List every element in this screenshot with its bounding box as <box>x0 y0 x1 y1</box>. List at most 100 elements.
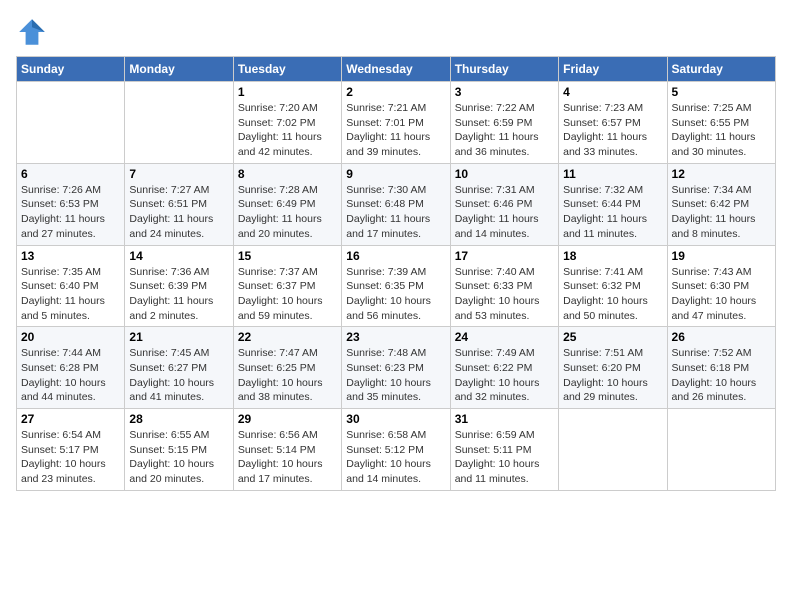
day-number: 23 <box>346 330 445 344</box>
week-row-2: 6 Sunrise: 7:26 AMSunset: 6:53 PMDaylight… <box>17 163 776 245</box>
day-number: 21 <box>129 330 228 344</box>
day-cell: 9 Sunrise: 7:30 AMSunset: 6:48 PMDaylight… <box>342 163 450 245</box>
week-row-1: 1Sunrise: 7:20 AMSunset: 7:02 PMDaylight… <box>17 82 776 164</box>
day-info: Sunrise: 7:48 AMSunset: 6:23 PMDaylight:… <box>346 346 445 405</box>
week-row-4: 20 Sunrise: 7:44 AMSunset: 6:28 PMDayligh… <box>17 327 776 409</box>
day-number: 20 <box>21 330 120 344</box>
day-number: 13 <box>21 249 120 263</box>
day-cell: 15 Sunrise: 7:37 AMSunset: 6:37 PMDayligh… <box>233 245 341 327</box>
day-info: Sunrise: 7:34 AMSunset: 6:42 PMDaylight:… <box>672 183 771 242</box>
calendar-table: SundayMondayTuesdayWednesdayThursdayFrid… <box>16 56 776 491</box>
logo-icon <box>16 16 48 48</box>
day-number: 26 <box>672 330 771 344</box>
day-cell: 20 Sunrise: 7:44 AMSunset: 6:28 PMDayligh… <box>17 327 125 409</box>
day-info: Sunrise: 7:35 AMSunset: 6:40 PMDaylight:… <box>21 265 120 324</box>
day-cell: 29Sunrise: 6:56 AMSunset: 5:14 PMDayligh… <box>233 409 341 491</box>
week-row-5: 27 Sunrise: 6:54 AMSunset: 5:17 PMDayligh… <box>17 409 776 491</box>
day-info: Sunrise: 7:31 AMSunset: 6:46 PMDaylight:… <box>455 183 554 242</box>
weekday-header-saturday: Saturday <box>667 57 775 82</box>
weekday-header-thursday: Thursday <box>450 57 558 82</box>
day-info: Sunrise: 6:55 AMSunset: 5:15 PMDaylight:… <box>129 428 228 487</box>
day-number: 22 <box>238 330 337 344</box>
day-number: 19 <box>672 249 771 263</box>
day-info: Sunrise: 7:45 AMSunset: 6:27 PMDaylight:… <box>129 346 228 405</box>
day-info: Sunrise: 7:23 AMSunset: 6:57 PMDaylight:… <box>563 101 662 160</box>
day-cell: 2 Sunrise: 7:21 AMSunset: 7:01 PMDaylight… <box>342 82 450 164</box>
day-cell: 14 Sunrise: 7:36 AMSunset: 6:39 PMDayligh… <box>125 245 233 327</box>
day-cell: 22 Sunrise: 7:47 AMSunset: 6:25 PMDayligh… <box>233 327 341 409</box>
day-cell: 27 Sunrise: 6:54 AMSunset: 5:17 PMDayligh… <box>17 409 125 491</box>
day-info: Sunrise: 7:27 AMSunset: 6:51 PMDaylight:… <box>129 183 228 242</box>
day-info: Sunrise: 7:40 AMSunset: 6:33 PMDaylight:… <box>455 265 554 324</box>
day-cell: 4Sunrise: 7:23 AMSunset: 6:57 PMDaylight… <box>559 82 667 164</box>
day-cell: 30 Sunrise: 6:58 AMSunset: 5:12 PMDayligh… <box>342 409 450 491</box>
day-number: 14 <box>129 249 228 263</box>
day-cell: 8Sunrise: 7:28 AMSunset: 6:49 PMDaylight… <box>233 163 341 245</box>
day-info: Sunrise: 7:26 AMSunset: 6:53 PMDaylight:… <box>21 183 120 242</box>
day-number: 5 <box>672 85 771 99</box>
day-info: Sunrise: 6:58 AMSunset: 5:12 PMDaylight:… <box>346 428 445 487</box>
day-info: Sunrise: 7:47 AMSunset: 6:25 PMDaylight:… <box>238 346 337 405</box>
day-info: Sunrise: 7:51 AMSunset: 6:20 PMDaylight:… <box>563 346 662 405</box>
day-number: 17 <box>455 249 554 263</box>
day-cell <box>125 82 233 164</box>
day-info: Sunrise: 7:44 AMSunset: 6:28 PMDaylight:… <box>21 346 120 405</box>
day-cell: 12Sunrise: 7:34 AMSunset: 6:42 PMDayligh… <box>667 163 775 245</box>
day-info: Sunrise: 6:56 AMSunset: 5:14 PMDaylight:… <box>238 428 337 487</box>
day-info: Sunrise: 7:36 AMSunset: 6:39 PMDaylight:… <box>129 265 228 324</box>
weekday-header-sunday: Sunday <box>17 57 125 82</box>
day-number: 6 <box>21 167 120 181</box>
day-info: Sunrise: 6:54 AMSunset: 5:17 PMDaylight:… <box>21 428 120 487</box>
day-cell: 3Sunrise: 7:22 AMSunset: 6:59 PMDaylight… <box>450 82 558 164</box>
weekday-header-tuesday: Tuesday <box>233 57 341 82</box>
day-number: 7 <box>129 167 228 181</box>
day-cell: 6 Sunrise: 7:26 AMSunset: 6:53 PMDaylight… <box>17 163 125 245</box>
day-info: Sunrise: 7:28 AMSunset: 6:49 PMDaylight:… <box>238 183 337 242</box>
weekday-header-monday: Monday <box>125 57 233 82</box>
day-number: 31 <box>455 412 554 426</box>
day-number: 10 <box>455 167 554 181</box>
day-info: Sunrise: 7:25 AMSunset: 6:55 PMDaylight:… <box>672 101 771 160</box>
day-info: Sunrise: 6:59 AMSunset: 5:11 PMDaylight:… <box>455 428 554 487</box>
day-info: Sunrise: 7:32 AMSunset: 6:44 PMDaylight:… <box>563 183 662 242</box>
weekday-header-wednesday: Wednesday <box>342 57 450 82</box>
calendar-body: 1Sunrise: 7:20 AMSunset: 7:02 PMDaylight… <box>17 82 776 491</box>
day-cell <box>17 82 125 164</box>
day-number: 24 <box>455 330 554 344</box>
day-info: Sunrise: 7:20 AMSunset: 7:02 PMDaylight:… <box>238 101 337 160</box>
calendar-header: SundayMondayTuesdayWednesdayThursdayFrid… <box>17 57 776 82</box>
day-cell: 25 Sunrise: 7:51 AMSunset: 6:20 PMDayligh… <box>559 327 667 409</box>
day-cell <box>559 409 667 491</box>
day-info: Sunrise: 7:52 AMSunset: 6:18 PMDaylight:… <box>672 346 771 405</box>
day-info: Sunrise: 7:39 AMSunset: 6:35 PMDaylight:… <box>346 265 445 324</box>
day-number: 9 <box>346 167 445 181</box>
day-cell: 18 Sunrise: 7:41 AMSunset: 6:32 PMDayligh… <box>559 245 667 327</box>
day-cell: 1Sunrise: 7:20 AMSunset: 7:02 PMDaylight… <box>233 82 341 164</box>
day-cell: 31 Sunrise: 6:59 AMSunset: 5:11 PMDayligh… <box>450 409 558 491</box>
day-info: Sunrise: 7:30 AMSunset: 6:48 PMDaylight:… <box>346 183 445 242</box>
day-cell: 7 Sunrise: 7:27 AMSunset: 6:51 PMDaylight… <box>125 163 233 245</box>
day-cell: 23 Sunrise: 7:48 AMSunset: 6:23 PMDayligh… <box>342 327 450 409</box>
day-number: 11 <box>563 167 662 181</box>
day-number: 2 <box>346 85 445 99</box>
day-cell: 16Sunrise: 7:39 AMSunset: 6:35 PMDayligh… <box>342 245 450 327</box>
page-header <box>16 16 776 48</box>
day-number: 30 <box>346 412 445 426</box>
day-number: 27 <box>21 412 120 426</box>
day-number: 15 <box>238 249 337 263</box>
day-cell: 17 Sunrise: 7:40 AMSunset: 6:33 PMDayligh… <box>450 245 558 327</box>
week-row-3: 13 Sunrise: 7:35 AMSunset: 6:40 PMDayligh… <box>17 245 776 327</box>
day-info: Sunrise: 7:49 AMSunset: 6:22 PMDaylight:… <box>455 346 554 405</box>
day-info: Sunrise: 7:21 AMSunset: 7:01 PMDaylight:… <box>346 101 445 160</box>
day-number: 28 <box>129 412 228 426</box>
day-cell: 24 Sunrise: 7:49 AMSunset: 6:22 PMDayligh… <box>450 327 558 409</box>
day-number: 25 <box>563 330 662 344</box>
day-cell: 11 Sunrise: 7:32 AMSunset: 6:44 PMDayligh… <box>559 163 667 245</box>
day-info: Sunrise: 7:37 AMSunset: 6:37 PMDaylight:… <box>238 265 337 324</box>
day-cell: 19Sunrise: 7:43 AMSunset: 6:30 PMDayligh… <box>667 245 775 327</box>
day-info: Sunrise: 7:41 AMSunset: 6:32 PMDaylight:… <box>563 265 662 324</box>
day-number: 18 <box>563 249 662 263</box>
day-number: 3 <box>455 85 554 99</box>
day-cell: 13 Sunrise: 7:35 AMSunset: 6:40 PMDayligh… <box>17 245 125 327</box>
weekday-row: SundayMondayTuesdayWednesdayThursdayFrid… <box>17 57 776 82</box>
